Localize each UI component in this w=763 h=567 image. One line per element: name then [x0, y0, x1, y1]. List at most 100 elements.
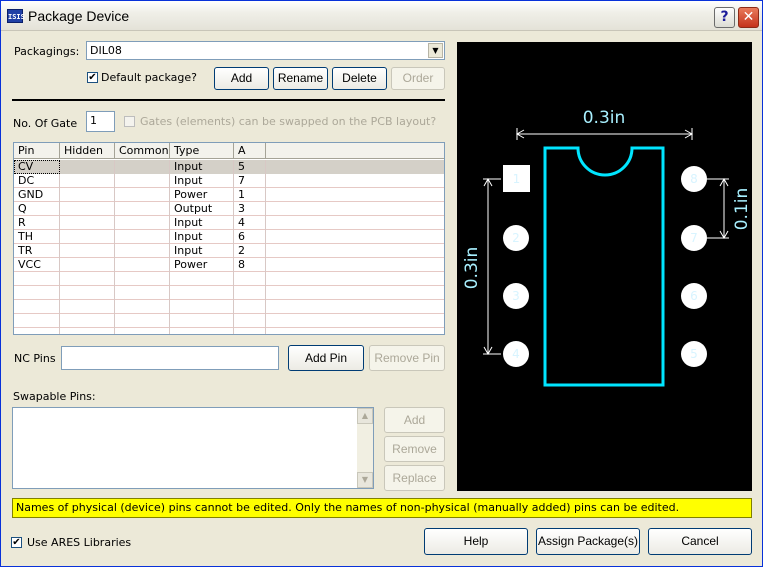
- table-cell-pin[interactable]: R: [14, 216, 60, 230]
- scrollbar[interactable]: ▲ ▼: [357, 408, 373, 488]
- table-cell-pin[interactable]: GND: [14, 188, 60, 202]
- table-cell-hidden[interactable]: [60, 286, 115, 300]
- table-cell-filler[interactable]: [266, 286, 444, 300]
- table-row[interactable]: R Input 4: [14, 216, 444, 230]
- table-cell-a[interactable]: 6: [234, 230, 266, 244]
- table-cell-pin[interactable]: TH: [14, 230, 60, 244]
- table-cell-filler[interactable]: [266, 272, 444, 286]
- table-row[interactable]: [14, 314, 444, 328]
- gates-swappable-checkbox[interactable]: [124, 116, 135, 127]
- table-cell-a[interactable]: 5: [234, 160, 266, 174]
- table-cell-type[interactable]: Output: [170, 202, 234, 216]
- table-row[interactable]: DC Input 7: [14, 174, 444, 188]
- assign-packages-button[interactable]: Assign Package(s): [536, 528, 640, 555]
- table-cell-a[interactable]: 7: [234, 174, 266, 188]
- table-row[interactable]: [14, 300, 444, 314]
- table-cell-a[interactable]: 4: [234, 216, 266, 230]
- add-pin-button[interactable]: Add Pin: [288, 345, 364, 371]
- help-icon[interactable]: ?: [714, 7, 735, 28]
- column-header-type[interactable]: Type: [170, 143, 234, 159]
- table-cell-filler[interactable]: [266, 202, 444, 216]
- table-cell-common[interactable]: [115, 174, 170, 188]
- table-cell-common[interactable]: [115, 230, 170, 244]
- table-cell-common[interactable]: [115, 314, 170, 328]
- table-cell-common[interactable]: [115, 286, 170, 300]
- help-button[interactable]: Help: [424, 528, 528, 555]
- replace-swapable-button[interactable]: Replace: [384, 465, 445, 491]
- table-row[interactable]: GND Power 1: [14, 188, 444, 202]
- table-cell-hidden[interactable]: [60, 244, 115, 258]
- table-cell-pin[interactable]: VCC: [14, 258, 60, 272]
- table-cell-pin[interactable]: [14, 328, 60, 334]
- table-cell-filler[interactable]: [266, 216, 444, 230]
- table-cell-common[interactable]: [115, 202, 170, 216]
- table-cell-hidden[interactable]: [60, 328, 115, 334]
- table-cell-a[interactable]: [234, 300, 266, 314]
- pin-table[interactable]: Pin Hidden Common Type A CV Input 5 DC Input…: [13, 142, 445, 335]
- scroll-down-icon[interactable]: ▼: [357, 472, 373, 488]
- table-cell-filler[interactable]: [266, 258, 444, 272]
- table-cell-a[interactable]: [234, 272, 266, 286]
- column-header-pin[interactable]: Pin: [14, 143, 60, 159]
- table-cell-hidden[interactable]: [60, 258, 115, 272]
- table-cell-a[interactable]: 3: [234, 202, 266, 216]
- table-cell-type[interactable]: Power: [170, 188, 234, 202]
- table-cell-pin[interactable]: [14, 300, 60, 314]
- table-cell-type[interactable]: Power: [170, 258, 234, 272]
- rename-package-button[interactable]: Rename: [273, 67, 328, 90]
- default-package-checkbox[interactable]: ✔: [87, 72, 98, 83]
- column-header-hidden[interactable]: Hidden: [60, 143, 115, 159]
- table-cell-type[interactable]: [170, 272, 234, 286]
- table-cell-type[interactable]: [170, 314, 234, 328]
- table-row[interactable]: [14, 286, 444, 300]
- table-cell-common[interactable]: [115, 188, 170, 202]
- table-cell-type[interactable]: Input: [170, 216, 234, 230]
- table-cell-hidden[interactable]: [60, 188, 115, 202]
- table-cell-filler[interactable]: [266, 174, 444, 188]
- table-cell-filler[interactable]: [266, 188, 444, 202]
- table-cell-type[interactable]: Input: [170, 174, 234, 188]
- table-row[interactable]: [14, 272, 444, 286]
- table-cell-hidden[interactable]: [60, 300, 115, 314]
- table-cell-hidden[interactable]: [60, 216, 115, 230]
- table-row[interactable]: CV Input 5: [14, 160, 444, 174]
- remove-pin-button[interactable]: Remove Pin: [369, 345, 445, 371]
- cancel-button[interactable]: Cancel: [648, 528, 752, 555]
- table-cell-common[interactable]: [115, 160, 170, 174]
- table-cell-type[interactable]: Input: [170, 160, 234, 174]
- table-cell-a[interactable]: 2: [234, 244, 266, 258]
- order-package-button[interactable]: Order: [391, 67, 445, 90]
- table-cell-hidden[interactable]: [60, 230, 115, 244]
- table-cell-hidden[interactable]: [60, 272, 115, 286]
- table-cell-type[interactable]: [170, 300, 234, 314]
- gate-count-input[interactable]: 1: [86, 111, 115, 132]
- add-package-button[interactable]: Add: [214, 67, 269, 90]
- table-cell-pin[interactable]: Q: [14, 202, 60, 216]
- table-cell-type[interactable]: [170, 328, 234, 334]
- table-cell-filler[interactable]: [266, 300, 444, 314]
- table-cell-common[interactable]: [115, 216, 170, 230]
- column-header-a[interactable]: A: [234, 143, 266, 159]
- table-cell-a[interactable]: [234, 328, 266, 334]
- table-cell-pin[interactable]: DC: [14, 174, 60, 188]
- delete-package-button[interactable]: Delete: [332, 67, 387, 90]
- table-cell-a[interactable]: 1: [234, 188, 266, 202]
- remove-swapable-button[interactable]: Remove: [384, 436, 445, 462]
- use-ares-libraries-checkbox[interactable]: ✔: [11, 537, 22, 548]
- table-cell-common[interactable]: [115, 328, 170, 334]
- table-cell-hidden[interactable]: [60, 174, 115, 188]
- table-cell-filler[interactable]: [266, 314, 444, 328]
- table-row[interactable]: TR Input 2: [14, 244, 444, 258]
- table-row[interactable]: TH Input 6: [14, 230, 444, 244]
- table-cell-hidden[interactable]: [60, 160, 115, 174]
- packagings-dropdown[interactable]: DIL08 ▼: [86, 41, 445, 60]
- table-cell-common[interactable]: [115, 272, 170, 286]
- close-icon[interactable]: ✕: [738, 7, 759, 28]
- table-cell-type[interactable]: [170, 286, 234, 300]
- table-cell-a[interactable]: [234, 286, 266, 300]
- table-cell-filler[interactable]: [266, 328, 444, 334]
- table-cell-pin[interactable]: [14, 286, 60, 300]
- table-cell-a[interactable]: 8: [234, 258, 266, 272]
- table-cell-hidden[interactable]: [60, 314, 115, 328]
- table-cell-pin[interactable]: TR: [14, 244, 60, 258]
